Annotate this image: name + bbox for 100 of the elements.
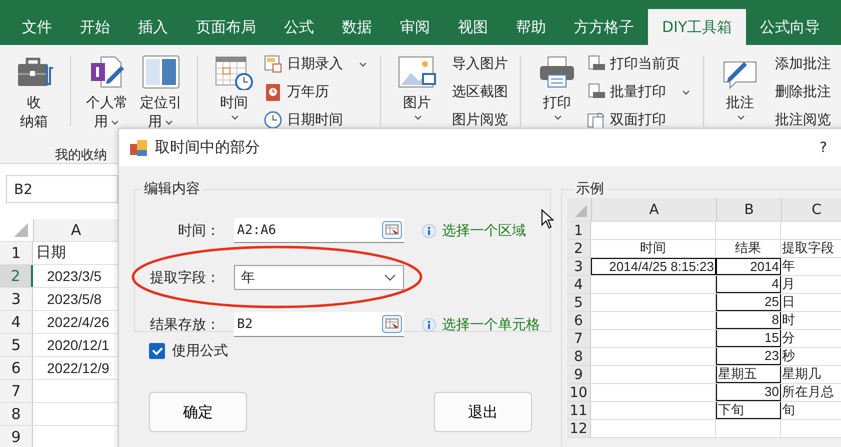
row-header[interactable]: 9 (567, 366, 591, 383)
table-cell: 结果 (716, 240, 781, 257)
ribbon-button[interactable]: 收 纳箱 (10, 50, 58, 134)
ribbon-tab[interactable]: 数据 (328, 9, 386, 45)
ribbon-tab[interactable]: 公式向导 (746, 9, 834, 45)
table-cell-text: 2023/5/8 (46, 290, 102, 309)
table-cell: 提取字段 (781, 240, 841, 257)
ribbon-button[interactable]: 日期时间 (264, 106, 368, 134)
column-header[interactable]: C (781, 198, 841, 221)
table-cell: 8 (716, 312, 781, 329)
table-cell: 星期几 (781, 366, 841, 383)
window-title: 取时间中的部分 (155, 138, 260, 157)
ribbon-tab[interactable]: 文件 (8, 9, 66, 45)
button-label: 时间 (220, 94, 248, 113)
table-cell: 4 (716, 276, 781, 293)
button-label: 纳箱 (20, 113, 48, 132)
printer-icon (537, 54, 577, 90)
ribbon-button[interactable]: 定位引 用 (137, 50, 185, 134)
split-panel-icon (141, 54, 181, 90)
ribbon-button[interactable]: 批量打印 (587, 78, 691, 106)
row-header[interactable]: 4 (567, 276, 591, 293)
table-cell: 年 (781, 258, 841, 275)
dropdown-field[interactable]: 年 (234, 265, 404, 290)
ribbon-button[interactable]: 选区截图 (447, 78, 508, 106)
row-header[interactable]: 11 (567, 402, 591, 419)
ribbon-tab[interactable]: DIY工具箱 (648, 9, 746, 45)
ribbon-tab[interactable]: 视图 (444, 9, 502, 45)
row-header[interactable]: 12 (567, 420, 591, 437)
table-cell: 旬 (781, 402, 841, 419)
ribbon-button[interactable]: 删除批注 (770, 78, 831, 106)
row-header[interactable]: 5 (0, 334, 33, 356)
checkbox[interactable] (149, 343, 165, 359)
help-button[interactable]: ? (820, 140, 827, 156)
input-field[interactable]: B2 (234, 312, 404, 337)
table-cell: 2014 (716, 258, 781, 275)
dialog-button[interactable]: 确定 (149, 392, 247, 432)
info-icon (422, 224, 436, 238)
row-header[interactable]: 8 (0, 403, 33, 425)
table-cell-text: 2022/4/26 (46, 313, 110, 332)
button-label: 添加批注 (775, 55, 831, 73)
row-header[interactable]: 1 (0, 242, 33, 264)
group-label: 我的收纳 (55, 148, 107, 163)
select-all-corner-icon (14, 223, 28, 237)
table-cell: 23 (716, 348, 781, 365)
row-header[interactable]: 6 (0, 357, 33, 379)
field-label: 提取字段： (149, 268, 220, 286)
row-header[interactable]: 7 (0, 380, 33, 402)
group-title: 示例 (575, 180, 605, 198)
ribbon-tab[interactable]: 开始 (66, 9, 124, 45)
ribbon-tab[interactable]: 审阅 (386, 9, 444, 45)
button-label: 图片阅览 (452, 111, 508, 129)
button-label: 批量打印 (610, 83, 666, 101)
ribbon-tab[interactable]: 公式 (270, 9, 328, 45)
ribbon-button[interactable]: 日期录入 (264, 50, 368, 78)
button-label: 双面打印 (610, 111, 666, 129)
column-header[interactable]: B (716, 198, 781, 221)
row-header[interactable]: 5 (567, 294, 591, 311)
row-header[interactable]: 2 (567, 240, 591, 257)
ribbon-button[interactable]: 打印当前页 (587, 50, 691, 78)
ribbon-button[interactable]: 添加批注 (770, 50, 831, 78)
row-header[interactable]: 9 (0, 426, 33, 447)
hint-text: 选择一个单元格 (442, 316, 540, 334)
table-cell: 2014/4/25 8:15:23 (591, 258, 716, 275)
ribbon-tab[interactable]: 插入 (124, 9, 182, 45)
table-cell: 日 (781, 294, 841, 311)
ribbon-button[interactable]: 个人常 用 (83, 50, 131, 134)
ribbon-button[interactable]: 时间 (210, 50, 258, 134)
ribbon-tab[interactable]: 页面布局 (182, 9, 270, 45)
button-label: 打印当前页 (610, 55, 680, 73)
calendar-book-icon (264, 82, 282, 102)
ribbon-button[interactable]: 批注 (716, 50, 764, 134)
row-header[interactable]: 4 (0, 311, 33, 333)
row-header[interactable]: 3 (0, 288, 33, 310)
ribbon-button[interactable]: 打印 (533, 50, 581, 134)
row-header[interactable]: 2 (0, 265, 33, 287)
button-label: 收 (27, 94, 41, 113)
ribbon-tab[interactable]: 方方格子 (560, 9, 648, 45)
column-header[interactable]: A (33, 219, 118, 241)
dialog-button[interactable]: 退出 (434, 392, 532, 432)
row-header[interactable]: 8 (567, 348, 591, 365)
table-cell-text: 2022/12/9 (46, 359, 110, 378)
button-label: 个人常 (86, 94, 128, 113)
row-header[interactable]: 10 (567, 384, 591, 401)
ribbon-tab[interactable]: 帮助 (502, 9, 560, 45)
table-cell: 星期五 (716, 366, 781, 383)
select-all-corner-icon (575, 205, 587, 217)
table-cell: 月 (781, 276, 841, 293)
button-label: 图片 (403, 94, 431, 113)
ribbon-button[interactable]: 导入图片 (447, 50, 508, 78)
group-title: 编辑内容 (143, 180, 201, 198)
row-header[interactable]: 1 (567, 222, 591, 239)
name-box[interactable]: B2 (6, 175, 118, 203)
input-field[interactable]: A2:A6 (234, 218, 404, 243)
row-header[interactable]: 3 (567, 258, 591, 275)
ribbon-button[interactable]: 图片 (393, 50, 441, 134)
ribbon-button[interactable]: 万年历 (264, 78, 368, 106)
row-header[interactable]: 6 (567, 312, 591, 329)
column-header[interactable]: A (591, 198, 716, 221)
button-label: 导入图片 (452, 55, 508, 73)
row-header[interactable]: 7 (567, 330, 591, 347)
